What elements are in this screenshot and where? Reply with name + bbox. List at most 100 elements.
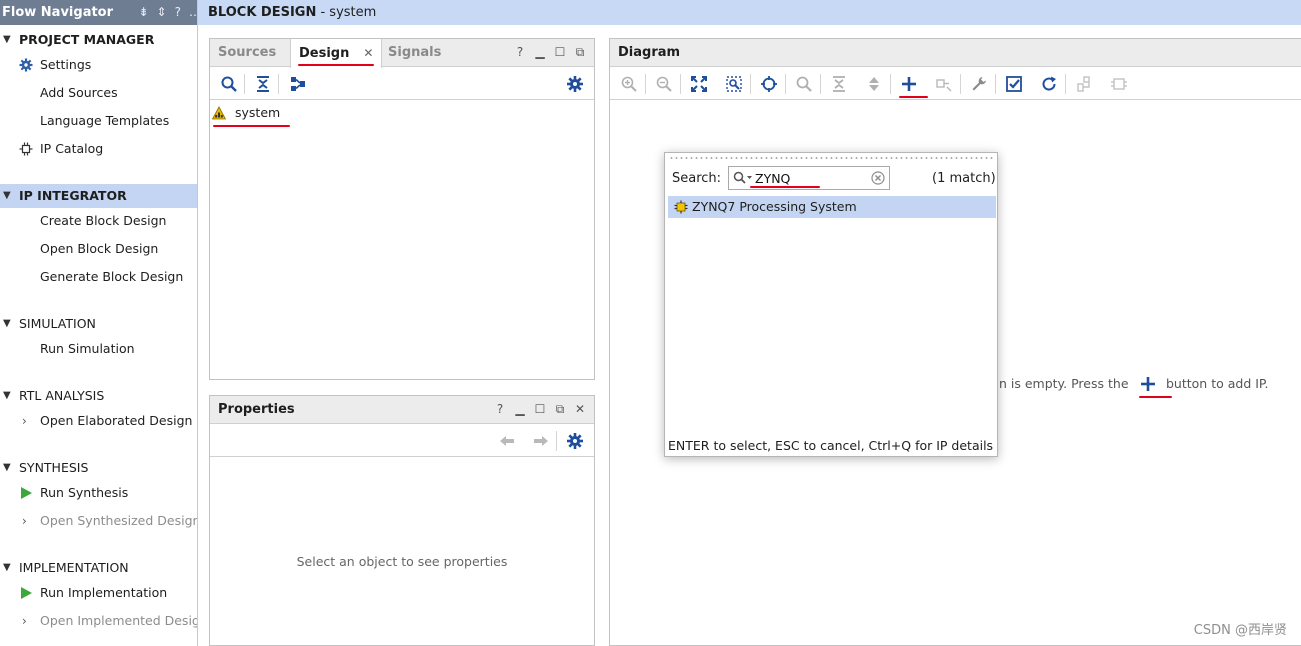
close-icon[interactable]: ✕ (363, 46, 373, 60)
properties-empty-message: Select an object to see properties (296, 554, 508, 569)
empty-hint-right: button to add IP. (1166, 376, 1269, 391)
search-label: Search: (672, 171, 722, 186)
diagram-toolbar (610, 68, 1301, 100)
section-simulation[interactable]: ▼ SIMULATION (0, 312, 197, 336)
nav-item-open-block-design[interactable]: Open Block Design (0, 237, 197, 261)
tab-sources[interactable]: Sources (210, 39, 284, 67)
chevron-down-icon: ▼ (3, 34, 11, 45)
nav-item-run-simulation[interactable]: Run Simulation (0, 337, 197, 361)
zoom-fit-icon[interactable] (690, 75, 708, 93)
clear-icon[interactable] (871, 171, 885, 185)
nav-item-language-templates[interactable]: Language Templates (0, 109, 197, 133)
chevron-right-icon[interactable]: › (22, 409, 27, 433)
section-project-manager[interactable]: ▼ PROJECT MANAGER (0, 28, 197, 52)
collapse-all-icon[interactable] (254, 75, 272, 93)
properties-title: Properties (218, 402, 295, 417)
more-icon[interactable]: ‥ (189, 0, 197, 25)
properties-panel: Properties ? ▁ ☐ ⧉ ✕ Select an object to… (209, 395, 595, 646)
minimize-icon[interactable]: ▁ (514, 402, 526, 417)
ip-core-icon[interactable] (1110, 75, 1128, 93)
center-icon[interactable] (760, 75, 778, 93)
search-input[interactable] (755, 169, 875, 187)
flow-navigator: Flow Navigator ⇟ ⇕ ? ‥ ▼ PROJECT MANAGER… (0, 0, 198, 646)
gear-icon[interactable] (566, 75, 584, 93)
section-implementation[interactable]: ▼ IMPLEMENTATION (0, 556, 197, 580)
title-bold: BLOCK DESIGN (208, 5, 317, 20)
zoom-area-icon[interactable] (725, 75, 743, 93)
chevron-right-icon[interactable]: › (22, 509, 27, 533)
plus-icon[interactable] (1139, 375, 1157, 393)
nav-item-run-synthesis[interactable]: Run Synthesis (0, 481, 197, 505)
search-icon[interactable] (220, 75, 238, 93)
zoom-out-icon[interactable] (655, 75, 673, 93)
warning-icon (212, 106, 226, 120)
flow-navigator-header: Flow Navigator ⇟ ⇕ ? ‥ (0, 0, 197, 25)
nav-item-generate-block-design[interactable]: Generate Block Design (0, 265, 197, 289)
ip-core-icon (674, 200, 688, 214)
design-toolbar (210, 68, 594, 100)
tab-signals[interactable]: Signals (380, 39, 449, 67)
properties-header: Properties ? ▁ ☐ ⧉ ✕ (210, 396, 594, 424)
refresh-icon[interactable] (1040, 75, 1058, 93)
float-icon[interactable]: ⧉ (574, 45, 586, 60)
play-icon (21, 487, 32, 499)
match-count: (1 match) (932, 171, 996, 186)
section-synthesis[interactable]: ▼ SYNTHESIS (0, 456, 197, 480)
properties-toolbar (210, 425, 594, 457)
annotation-underline (899, 96, 928, 98)
maximize-icon[interactable]: ☐ (534, 402, 546, 417)
zoom-in-icon[interactable] (620, 75, 638, 93)
maximize-icon[interactable]: ☐ (554, 45, 566, 60)
nav-item-run-implementation[interactable]: Run Implementation (0, 581, 197, 605)
add-ip-popup: Search: (1 match) ZYNQ7 Processing Syste… (664, 152, 998, 457)
add-module-icon[interactable] (935, 75, 953, 93)
diagram-header: Diagram (610, 39, 1301, 67)
search-icon[interactable] (733, 171, 753, 185)
section-rtl-analysis[interactable]: ▼ RTL ANALYSIS (0, 384, 197, 408)
search-icon[interactable] (795, 75, 813, 93)
title-rest: - system (316, 5, 377, 20)
nav-item-ip-catalog[interactable]: IP Catalog (0, 137, 197, 161)
hierarchy-icon[interactable] (289, 75, 307, 93)
minimize-icon[interactable]: ▁ (534, 45, 546, 60)
plus-icon[interactable] (900, 75, 918, 93)
wrench-icon[interactable] (970, 75, 988, 93)
section-ip-integrator[interactable]: ▼ IP INTEGRATOR (0, 184, 197, 208)
annotation-underline (298, 64, 374, 66)
regenerate-layout-icon[interactable] (1075, 75, 1093, 93)
close-icon[interactable]: ✕ (574, 402, 586, 417)
nav-item-settings[interactable]: Settings (0, 53, 197, 77)
collapse-all-icon[interactable]: ⇟ (138, 0, 148, 25)
chevron-down-icon: ▼ (3, 562, 11, 573)
play-icon (21, 587, 32, 599)
nav-item-open-elaborated-design[interactable]: › Open Elaborated Design (0, 409, 197, 433)
annotation-underline (750, 186, 820, 188)
design-panel: Sources Design ✕ Signals ? ▁ ☐ ⧉ system (209, 38, 595, 380)
help-icon[interactable]: ? (175, 0, 181, 25)
help-icon[interactable]: ? (494, 402, 506, 417)
gear-icon[interactable] (566, 432, 584, 450)
empty-hint-left: n is empty. Press the (999, 376, 1129, 391)
chevron-down-icon: ▼ (3, 318, 11, 329)
watermark: CSDN @西岸贤 (1193, 623, 1287, 638)
expand-all-icon[interactable] (865, 75, 883, 93)
chevron-down-icon: ▼ (3, 462, 11, 473)
collapse-all-icon[interactable] (830, 75, 848, 93)
help-icon[interactable]: ? (514, 45, 526, 60)
nav-item-add-sources[interactable]: Add Sources (0, 81, 197, 105)
float-icon[interactable]: ⧉ (554, 402, 566, 417)
flow-navigator-title: Flow Navigator (2, 5, 114, 20)
nav-item-open-implemented-design[interactable]: › Open Implemented Design (0, 609, 197, 633)
result-item[interactable]: ZYNQ7 Processing System (668, 196, 996, 218)
popup-footer: ENTER to select, ESC to cancel, Ctrl+Q f… (668, 438, 994, 453)
nav-item-open-synthesized-design[interactable]: › Open Synthesized Design (0, 509, 197, 533)
nav-item-create-block-design[interactable]: Create Block Design (0, 209, 197, 233)
annotation-underline (213, 125, 290, 127)
validate-icon[interactable] (1005, 75, 1023, 93)
back-arrow-icon[interactable] (498, 432, 516, 450)
expand-all-icon[interactable]: ⇕ (157, 0, 167, 25)
drag-handle[interactable] (669, 156, 993, 160)
chevron-right-icon[interactable]: › (22, 609, 27, 633)
gear-icon (19, 58, 33, 72)
forward-arrow-icon[interactable] (532, 432, 550, 450)
